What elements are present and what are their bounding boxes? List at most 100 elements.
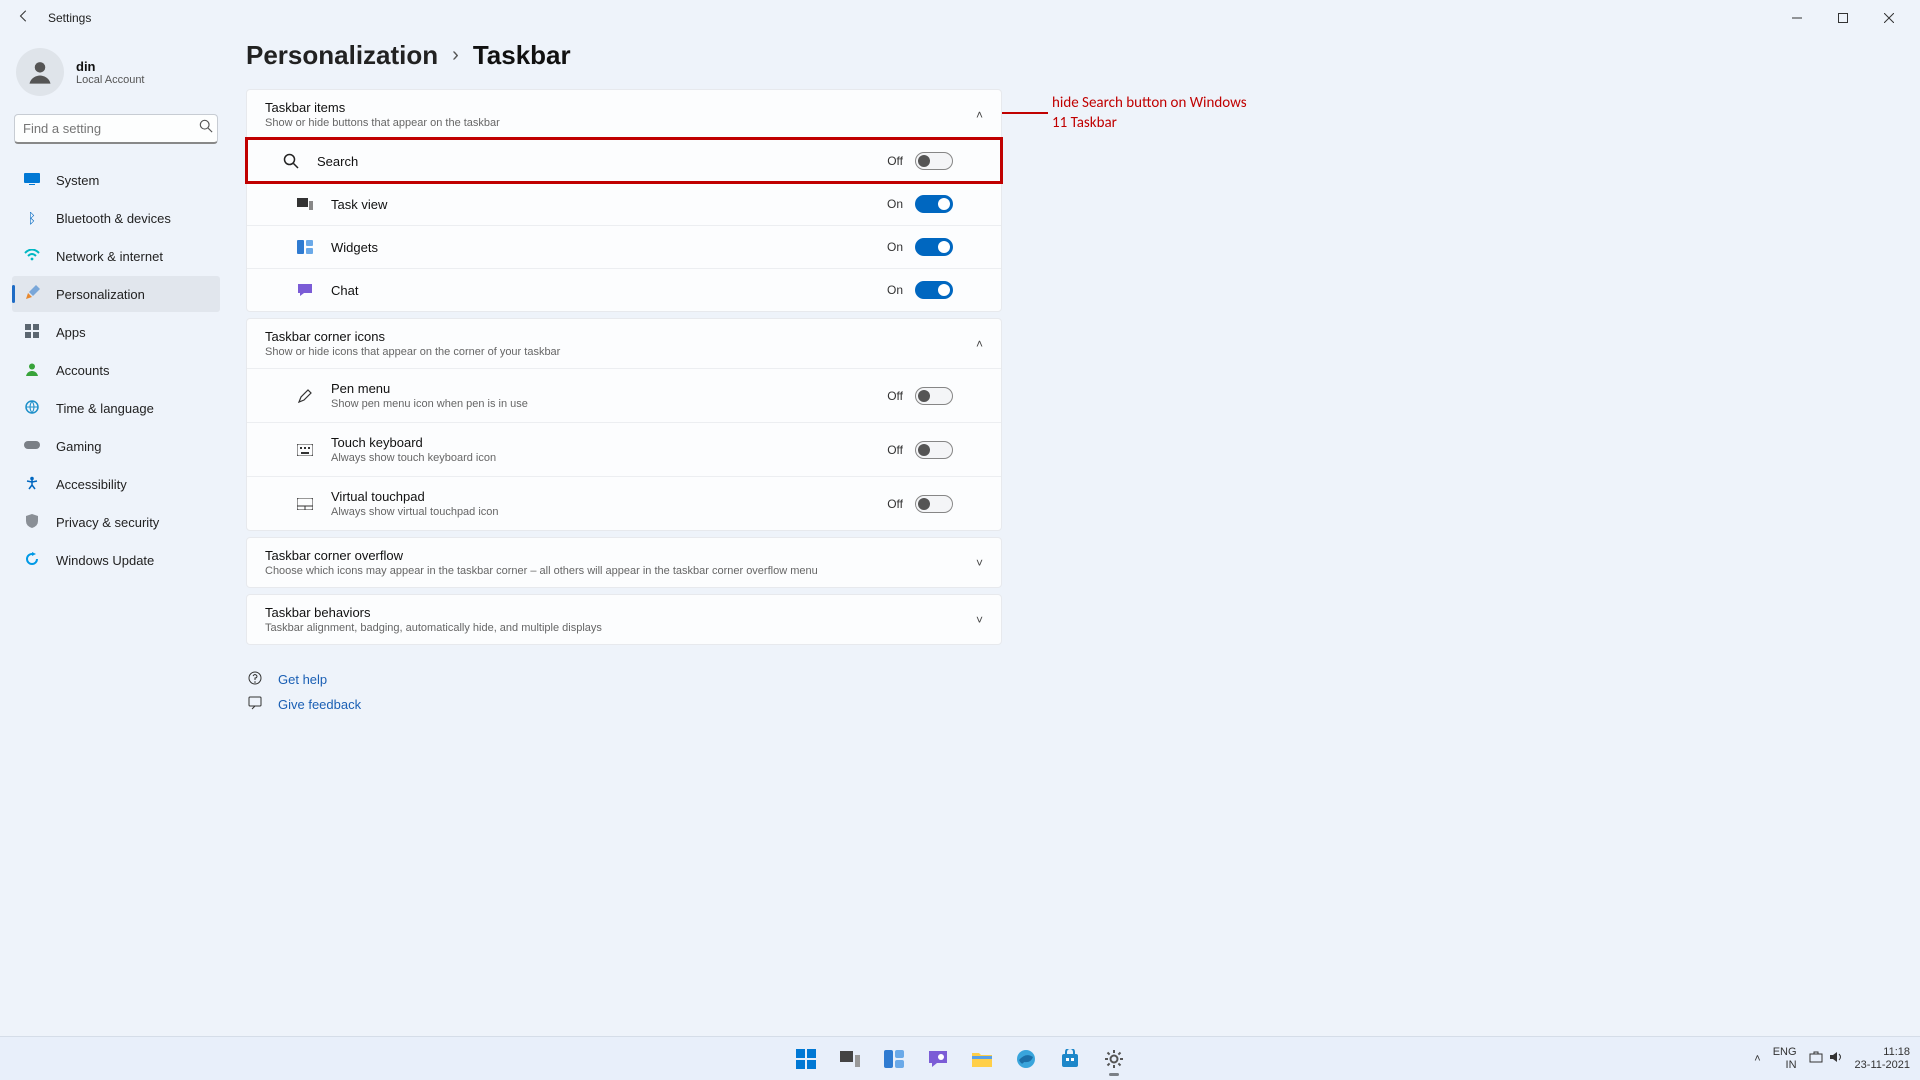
- toggle-touch-keyboard[interactable]: [915, 441, 953, 459]
- tb-start[interactable]: [787, 1040, 825, 1078]
- panel-title: Taskbar items: [265, 100, 976, 115]
- tb-taskview[interactable]: [831, 1040, 869, 1078]
- panel-subtitle: Taskbar alignment, badging, automaticall…: [265, 622, 976, 634]
- row-chat: Chat On: [247, 268, 1001, 311]
- search-input[interactable]: [23, 121, 199, 136]
- toggle-virtual-touchpad[interactable]: [915, 495, 953, 513]
- tb-settings[interactable]: [1095, 1040, 1133, 1078]
- user-panel[interactable]: din Local Account: [12, 44, 220, 108]
- maximize-button[interactable]: [1820, 2, 1866, 34]
- sidebar-item-bluetooth[interactable]: ᛒBluetooth & devices: [12, 200, 220, 236]
- sidebar-item-privacy[interactable]: Privacy & security: [12, 504, 220, 540]
- panel-subtitle: Show or hide buttons that appear on the …: [265, 117, 976, 129]
- keyboard-icon: [295, 444, 315, 456]
- row-label: Task view: [331, 197, 887, 212]
- tb-edge[interactable]: [1007, 1040, 1045, 1078]
- tb-store[interactable]: [1051, 1040, 1089, 1078]
- tb-widgets[interactable]: [875, 1040, 913, 1078]
- panel-header-corner-icons[interactable]: Taskbar corner icons Show or hide icons …: [247, 319, 1001, 368]
- sidebar-item-network[interactable]: Network & internet: [12, 238, 220, 274]
- sidebar-item-accounts[interactable]: Accounts: [12, 352, 220, 388]
- annotation-text: hide Search button on Windows 11 Taskbar: [1052, 93, 1252, 134]
- sidebar-item-gaming[interactable]: Gaming: [12, 428, 220, 464]
- tb-chat[interactable]: [919, 1040, 957, 1078]
- toggle-search[interactable]: [915, 152, 953, 170]
- toggle-pen-menu[interactable]: [915, 387, 953, 405]
- row-desc: Show pen menu icon when pen is in use: [331, 398, 887, 410]
- toggle-chat[interactable]: [915, 281, 953, 299]
- nav-label: Accessibility: [56, 477, 127, 492]
- user-name: din: [76, 59, 145, 74]
- toggle-state: On: [887, 197, 903, 211]
- accounts-icon: [22, 362, 42, 379]
- chevron-right-icon: ›: [452, 44, 459, 67]
- tray-volume-icon[interactable]: [1829, 1051, 1843, 1066]
- panel-title: Taskbar corner overflow: [265, 548, 976, 563]
- window-title: Settings: [48, 11, 91, 25]
- sidebar: din Local Account System ᛒBluetooth & de…: [0, 36, 232, 586]
- sidebar-item-update[interactable]: Windows Update: [12, 542, 220, 578]
- help-icon: [246, 671, 264, 688]
- search-input-wrap[interactable]: [14, 114, 218, 144]
- breadcrumb: Personalization › Taskbar: [246, 40, 1896, 71]
- sidebar-item-personalization[interactable]: Personalization: [12, 276, 220, 312]
- user-account-type: Local Account: [76, 74, 145, 86]
- nav-label: Bluetooth & devices: [56, 211, 171, 226]
- nav-label: Windows Update: [56, 553, 154, 568]
- breadcrumb-parent[interactable]: Personalization: [246, 40, 438, 71]
- nav-label: Accounts: [56, 363, 109, 378]
- help-links: Get help Give feedback: [246, 667, 1896, 717]
- toggle-state: On: [887, 283, 903, 297]
- toggle-widgets[interactable]: [915, 238, 953, 256]
- row-label: Virtual touchpad: [331, 489, 887, 504]
- personalization-icon: [22, 285, 42, 304]
- sidebar-item-time[interactable]: Time & language: [12, 390, 220, 426]
- row-pen-menu: Pen menu Show pen menu icon when pen is …: [247, 368, 1001, 422]
- get-help-link[interactable]: Get help: [246, 667, 1896, 692]
- search-icon: [199, 119, 213, 138]
- panel-title: Taskbar behaviors: [265, 605, 976, 620]
- panel-behaviors[interactable]: Taskbar behaviors Taskbar alignment, bad…: [246, 594, 1002, 645]
- tb-explorer[interactable]: [963, 1040, 1001, 1078]
- titlebar: Settings: [0, 0, 1920, 36]
- nav-label: Gaming: [56, 439, 102, 454]
- main-content: Personalization › Taskbar Taskbar items …: [246, 40, 1896, 1032]
- row-desc: Always show touch keyboard icon: [331, 452, 887, 464]
- sidebar-item-system[interactable]: System: [12, 162, 220, 198]
- back-button[interactable]: [8, 9, 40, 28]
- give-feedback-link[interactable]: Give feedback: [246, 692, 1896, 717]
- toggle-state: Off: [887, 443, 903, 457]
- panel-title: Taskbar corner icons: [265, 329, 976, 344]
- nav-label: Apps: [56, 325, 86, 340]
- shield-icon: [22, 514, 42, 531]
- row-virtual-touchpad: Virtual touchpad Always show virtual tou…: [247, 476, 1001, 530]
- row-desc: Always show virtual touchpad icon: [331, 506, 887, 518]
- tray-overflow-icon[interactable]: ˄: [1754, 1053, 1760, 1065]
- tray-network-icon[interactable]: [1809, 1051, 1823, 1066]
- sidebar-item-apps[interactable]: Apps: [12, 314, 220, 350]
- nav-label: System: [56, 173, 99, 188]
- sidebar-item-accessibility[interactable]: Accessibility: [12, 466, 220, 502]
- link-text: Get help: [278, 672, 327, 687]
- toggle-taskview[interactable]: [915, 195, 953, 213]
- avatar: [16, 48, 64, 96]
- panel-header-taskbar-items[interactable]: Taskbar items Show or hide buttons that …: [247, 90, 1001, 139]
- pen-icon: [295, 388, 315, 404]
- panel-corner-overflow[interactable]: Taskbar corner overflow Choose which ico…: [246, 537, 1002, 588]
- panel-subtitle: Choose which icons may appear in the tas…: [265, 565, 976, 577]
- touchpad-icon: [295, 498, 315, 510]
- row-search: Search Off: [247, 139, 1001, 182]
- toggle-state: Off: [887, 497, 903, 511]
- widgets-icon: [295, 240, 315, 254]
- toggle-state: On: [887, 240, 903, 254]
- tray-clock[interactable]: 11:18 23-11-2021: [1855, 1046, 1910, 1071]
- panel-subtitle: Show or hide icons that appear on the co…: [265, 346, 976, 358]
- minimize-button[interactable]: [1774, 2, 1820, 34]
- row-label: Search: [317, 154, 887, 169]
- apps-icon: [22, 324, 42, 341]
- tray-lang[interactable]: ENG IN: [1773, 1046, 1797, 1071]
- nav-label: Time & language: [56, 401, 154, 416]
- row-label: Touch keyboard: [331, 435, 887, 450]
- close-button[interactable]: [1866, 2, 1912, 34]
- system-tray[interactable]: ˄ ENG IN 11:18 23-11-2021: [1754, 1046, 1910, 1071]
